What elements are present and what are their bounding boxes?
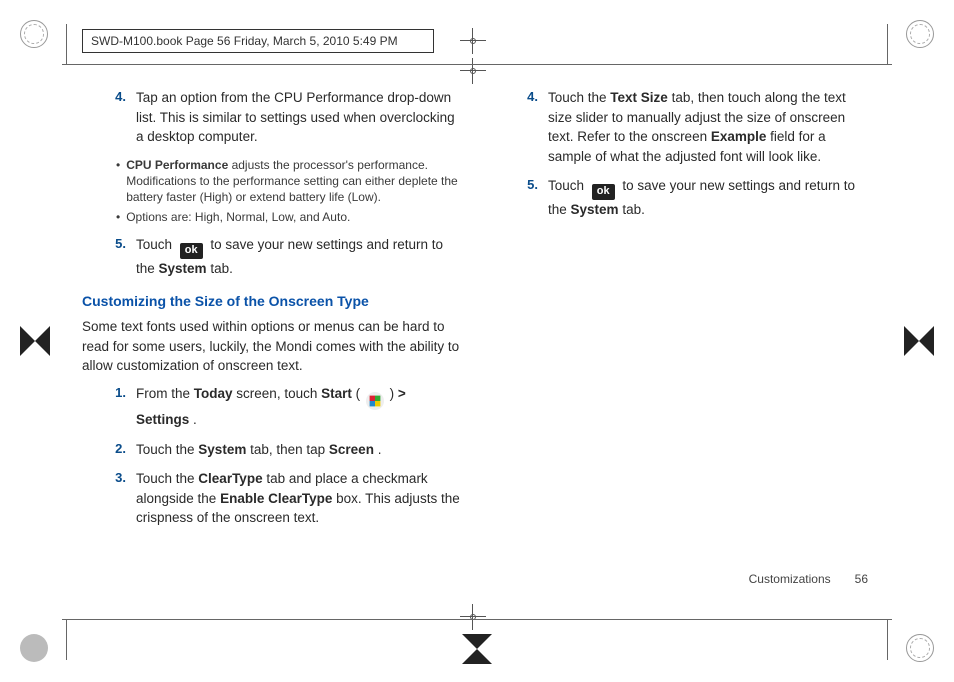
bullet-item: CPU Performance adjusts the processor's … (116, 157, 460, 206)
list-item: 4. Tap an option from the CPU Performanc… (102, 88, 460, 147)
list-number: 1. (102, 384, 126, 430)
left-column: 4. Tap an option from the CPU Performanc… (82, 88, 460, 612)
list-number: 3. (102, 469, 126, 528)
page-number: 56 (855, 572, 868, 586)
list-number: 4. (514, 88, 538, 166)
bold-text: Example (711, 129, 767, 144)
bold-text: Screen (329, 442, 374, 457)
bold-text: Start (321, 386, 352, 401)
list-number: 5. (514, 176, 538, 220)
body-text: tab. (210, 261, 233, 276)
side-mark-right (902, 324, 936, 358)
list-number: 4. (102, 88, 126, 147)
body-text: tab, then tap (250, 442, 329, 457)
bold-text: > (398, 386, 406, 401)
body-text: ) (390, 386, 398, 401)
body-text: . (193, 412, 197, 427)
list-number: 5. (102, 235, 126, 279)
corner-ornament-br (906, 634, 934, 662)
list-item: 5. Touch ok to save your new settings an… (102, 235, 460, 279)
crop-rule (887, 24, 888, 64)
corner-ornament-bl (20, 634, 48, 662)
body-text: Touch (548, 178, 588, 193)
header-label: SWD-M100.book Page 56 Friday, March 5, 2… (91, 34, 398, 48)
body-text: Touch the (136, 471, 198, 486)
crop-rule (66, 620, 67, 660)
header-label-box: SWD-M100.book Page 56 Friday, March 5, 2… (82, 29, 434, 53)
body-text: Touch (136, 237, 176, 252)
body-text: Tap an option from the CPU Performance d… (136, 90, 455, 144)
side-mark-bottom (460, 632, 494, 666)
body-text: Touch the (548, 90, 610, 105)
list-number: 2. (102, 440, 126, 460)
body-text: tab. (622, 202, 645, 217)
list-item: 1. From the Today screen, touch Start ( … (102, 384, 460, 430)
section-heading: Customizing the Size of the Onscreen Typ… (82, 291, 460, 311)
bold-text: Text Size (610, 90, 668, 105)
bullet-lead: CPU Performance (126, 158, 228, 172)
list-item: 5. Touch ok to save your new settings an… (514, 176, 872, 220)
ok-icon: ok (180, 243, 203, 259)
corner-ornament-tr (906, 20, 934, 48)
bold-text: Enable ClearType (220, 491, 332, 506)
page-footer: Customizations 56 (749, 572, 868, 586)
crop-rule (62, 619, 892, 620)
bold-text: Settings (136, 412, 189, 427)
crop-rule (62, 64, 892, 65)
crop-rule (66, 24, 67, 64)
sub-bullet-list: CPU Performance adjusts the processor's … (116, 157, 460, 226)
ok-icon: ok (592, 184, 615, 200)
bold-text: System (198, 442, 246, 457)
registration-mark (460, 58, 486, 84)
bold-text: System (571, 202, 619, 217)
bullet-text: Options are: High, Normal, Low, and Auto… (126, 209, 350, 225)
list-item: 4. Touch the Text Size tab, then touch a… (514, 88, 872, 166)
side-mark-left (18, 324, 52, 358)
body-text: ( (356, 386, 361, 401)
right-column: 4. Touch the Text Size tab, then touch a… (494, 88, 872, 612)
registration-mark (460, 28, 486, 54)
bullet-item: Options are: High, Normal, Low, and Auto… (116, 209, 460, 225)
list-item: 3. Touch the ClearType tab and place a c… (102, 469, 460, 528)
bold-text: ClearType (198, 471, 262, 486)
section-intro: Some text fonts used within options or m… (82, 317, 460, 376)
windows-start-icon (366, 392, 384, 410)
body-text: screen, touch (236, 386, 321, 401)
bold-text: Today (194, 386, 233, 401)
page-content: 4. Tap an option from the CPU Performanc… (82, 88, 872, 612)
body-text: . (378, 442, 382, 457)
body-text: Touch the (136, 442, 198, 457)
corner-ornament-tl (20, 20, 48, 48)
footer-section: Customizations (749, 572, 831, 586)
list-item: 2. Touch the System tab, then tap Screen… (102, 440, 460, 460)
crop-rule (887, 620, 888, 660)
bold-text: System (159, 261, 207, 276)
body-text: From the (136, 386, 194, 401)
